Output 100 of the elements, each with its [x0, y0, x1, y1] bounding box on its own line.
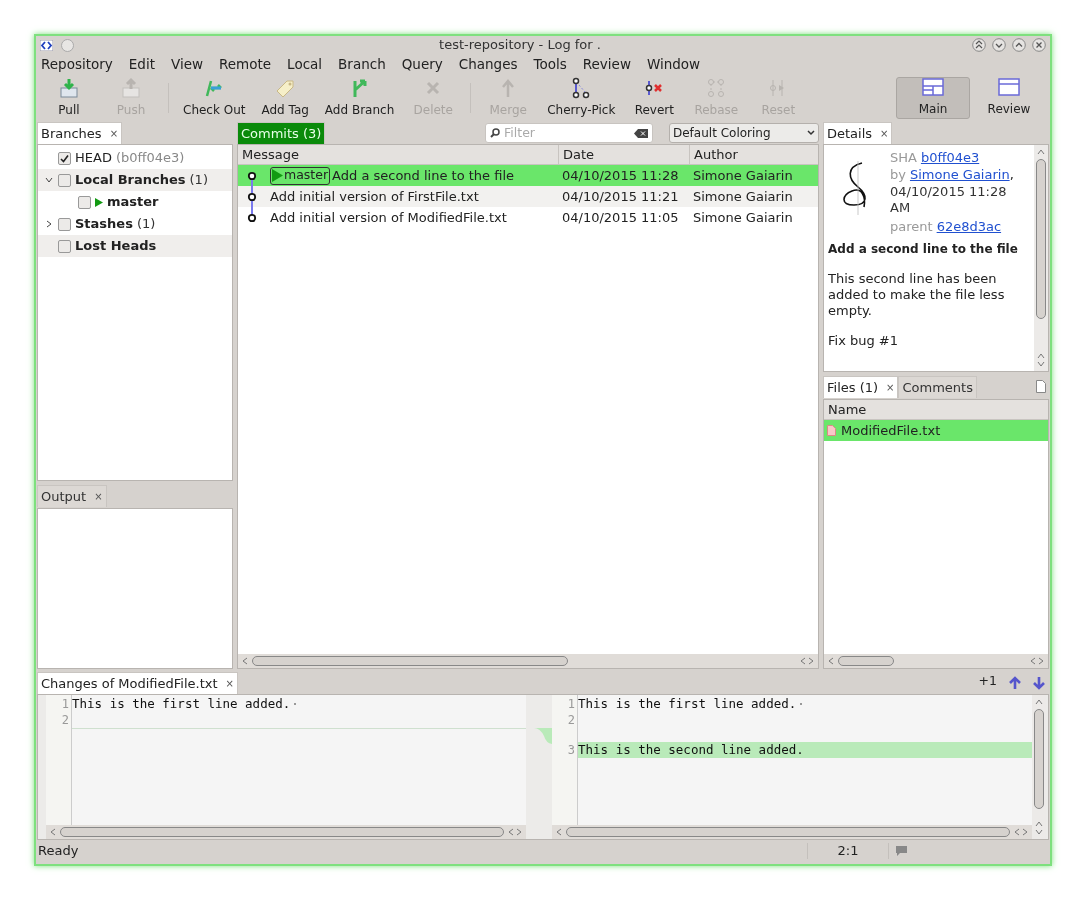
up-arrow-icon[interactable]: [1009, 676, 1021, 690]
field-label: parent: [890, 219, 933, 235]
file-row[interactable]: ModifiedFile.txt: [824, 420, 1048, 441]
menu-item[interactable]: Tools: [532, 53, 568, 75]
status-message: Ready: [38, 842, 80, 861]
scroll-up-icon[interactable]: [1037, 149, 1045, 155]
menu-item[interactable]: Remote: [218, 53, 273, 75]
column-header[interactable]: Message: [238, 145, 558, 165]
comment-icon[interactable]: [895, 845, 908, 857]
app-icon: [40, 39, 53, 51]
toolbar-button[interactable]: Pull: [38, 76, 100, 120]
menu-item[interactable]: View: [169, 53, 204, 75]
tab-close-button[interactable]: ×: [225, 676, 234, 691]
commit-body: Fix bug #1: [828, 333, 899, 349]
scroll-arrows-icon[interactable]: [508, 828, 522, 836]
toolbar-button[interactable]: Revert: [623, 76, 686, 120]
branch-name: Lost Heads: [75, 237, 157, 256]
tree-item[interactable]: master: [38, 191, 232, 213]
line-number: 2: [566, 712, 576, 728]
maximize-button[interactable]: [1012, 38, 1026, 52]
panel-tab[interactable]: Files (1) ×: [823, 376, 899, 398]
filter-input[interactable]: Filter: [504, 123, 630, 143]
tab-close-button[interactable]: ×: [886, 380, 895, 395]
panel-tab[interactable]: Branches ×: [37, 122, 123, 144]
view-button[interactable]: Main: [896, 77, 970, 119]
menu-item[interactable]: Edit: [127, 53, 156, 75]
tree-item[interactable]: Lost Heads: [38, 235, 232, 257]
scroll-left-icon[interactable]: [828, 657, 834, 665]
document-icon[interactable]: [1036, 380, 1046, 393]
scroll-up-icon[interactable]: [1035, 699, 1043, 705]
keep-above-button[interactable]: [972, 38, 986, 52]
toolbar-button[interactable]: Cherry-Pick: [539, 76, 624, 120]
layout-icon: [922, 78, 944, 96]
filter-field[interactable]: Filter: [485, 123, 653, 143]
toolbar-button[interactable]: Add Branch: [316, 76, 403, 120]
menu-item[interactable]: Changes: [457, 53, 519, 75]
commit-message: Add a second line to the file: [332, 166, 515, 185]
scroll-arrows-icon[interactable]: [800, 657, 814, 665]
down-arrow-icon[interactable]: [1033, 676, 1045, 690]
commit-row[interactable]: Add initial version of FirstFile.txt 04/10/2015 11:21 Simone Gaiarin: [238, 186, 818, 207]
file-icon: [827, 425, 836, 436]
scroll-left-icon[interactable]: [50, 828, 56, 836]
minimize-button[interactable]: [992, 38, 1006, 52]
menu-item[interactable]: Review: [581, 53, 632, 75]
scroll-arrows-icon[interactable]: [1037, 353, 1045, 367]
panel-tab[interactable]: Changes of ModifiedFile.txt ×: [37, 672, 238, 694]
commit-row[interactable]: master Add a second line to the file 04/10/2015 11:28 Simone Gaiarin: [238, 165, 818, 186]
scroll-arrows-icon[interactable]: [1030, 657, 1044, 665]
scroll-left-icon[interactable]: [242, 657, 248, 665]
commit-row[interactable]: Add initial version of ModifiedFile.txt 04/10/2015 11:05 Simone Gaiarin: [238, 207, 818, 228]
author-link[interactable]: Simone Gaiarin: [909, 167, 1010, 183]
horizontal-scrollbar[interactable]: [552, 825, 1032, 839]
panel-tab[interactable]: Output ×: [37, 485, 107, 507]
checkbox[interactable]: [78, 195, 91, 209]
toolbar-button[interactable]: Check Out: [175, 76, 254, 120]
whitespace-marker: [800, 703, 803, 705]
scroll-arrows-icon[interactable]: [1035, 821, 1043, 835]
coloring-dropdown[interactable]: Default Coloring: [669, 123, 819, 143]
commit-author: Simone Gaiarin: [692, 188, 794, 206]
panel-tab[interactable]: Details ×: [823, 122, 893, 144]
branch-hint: (b0ff04e3): [115, 149, 185, 168]
checkbox[interactable]: [58, 151, 71, 165]
commit-link[interactable]: b0ff04e3: [920, 150, 980, 166]
tab-close-button[interactable]: ×: [94, 489, 103, 504]
menu-item[interactable]: Query: [400, 53, 444, 75]
view-button[interactable]: Review: [972, 77, 1046, 119]
column-header[interactable]: Name: [824, 400, 1048, 420]
horizontal-scrollbar[interactable]: [238, 654, 818, 668]
tab-close-button[interactable]: ×: [880, 126, 889, 141]
pin-button[interactable]: [61, 38, 74, 52]
commit-author: Simone Gaiarin: [692, 209, 794, 227]
tab-close-button[interactable]: ×: [109, 126, 119, 141]
tree-item[interactable]: Stashes (1): [38, 213, 232, 235]
tree-item[interactable]: Local Branches (1): [38, 169, 232, 191]
horizontal-scrollbar[interactable]: [46, 825, 526, 839]
scroll-arrows-icon[interactable]: [1014, 828, 1028, 836]
commit-date: 04/10/2015 11:28: [561, 167, 680, 185]
checkbox[interactable]: [58, 173, 71, 187]
branch-name: HEAD: [75, 149, 112, 168]
parent-link[interactable]: 62e8d3ac: [936, 219, 1002, 235]
tab-label: Output: [41, 487, 87, 506]
vertical-scrollbar[interactable]: [1034, 145, 1048, 371]
clear-icon[interactable]: [634, 128, 648, 138]
menu-item[interactable]: Branch: [337, 53, 387, 75]
close-button[interactable]: [1032, 38, 1046, 52]
menu-item[interactable]: Local: [286, 53, 324, 75]
menu-item[interactable]: Repository: [40, 53, 114, 75]
collapse-icon[interactable]: [46, 220, 52, 228]
commit-message: Add initial version of ModifiedFile.txt: [270, 208, 507, 227]
expand-icon[interactable]: [45, 177, 53, 183]
tag-icon: [274, 77, 297, 99]
horizontal-scrollbar[interactable]: [824, 654, 1048, 668]
code-line: This is the first line added.: [72, 696, 291, 712]
tree-item[interactable]: HEAD (b0ff04e3): [38, 147, 232, 169]
checkbox[interactable]: [58, 239, 71, 253]
scroll-left-icon[interactable]: [556, 828, 562, 836]
branch-name: Local Branches: [75, 171, 186, 190]
checkbox[interactable]: [58, 217, 71, 231]
menu-item[interactable]: Window: [645, 53, 702, 75]
toolbar-button[interactable]: Add Tag: [253, 76, 317, 120]
